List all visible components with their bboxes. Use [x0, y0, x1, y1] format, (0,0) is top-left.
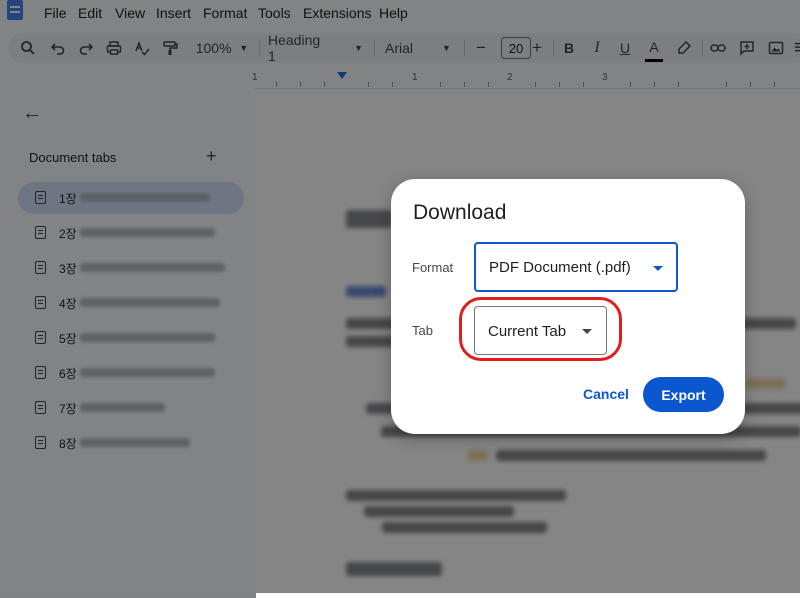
dialog-title: Download — [413, 201, 507, 224]
cancel-button[interactable]: Cancel — [575, 379, 637, 409]
format-label: Format — [412, 260, 454, 275]
highlight-annotation-ring — [459, 297, 622, 361]
download-dialog: Download Format PDF Document (.pdf) Tab … — [391, 179, 745, 434]
tab-label: Tab — [412, 323, 433, 338]
format-select[interactable]: PDF Document (.pdf) — [474, 242, 678, 292]
chevron-down-icon — [653, 266, 663, 271]
export-button[interactable]: Export — [643, 377, 724, 412]
format-value: PDF Document (.pdf) — [489, 259, 631, 276]
